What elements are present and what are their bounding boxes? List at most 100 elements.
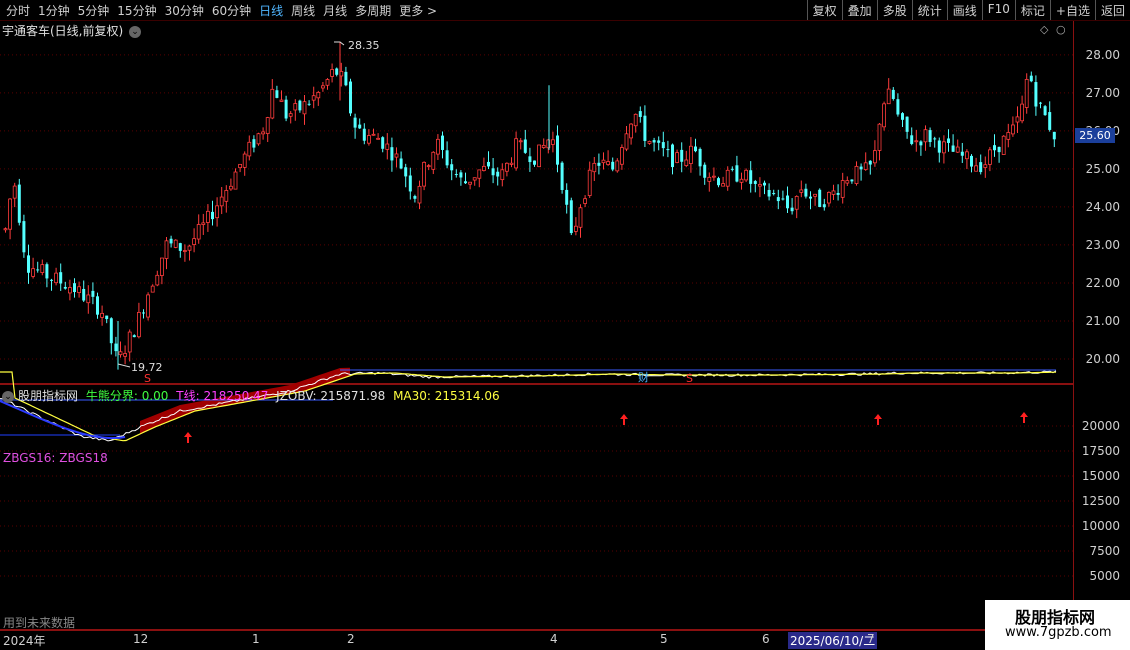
low-pointer bbox=[117, 363, 131, 368]
candle-body bbox=[27, 255, 30, 273]
price-tick: 21.00 bbox=[1085, 313, 1120, 328]
candle-body bbox=[666, 149, 670, 151]
watermark-url: www.7gpzb.com bbox=[1005, 625, 1112, 640]
candle-body bbox=[426, 165, 431, 168]
candle-body bbox=[910, 135, 914, 144]
candle-body bbox=[45, 264, 49, 279]
candle-body bbox=[997, 146, 1001, 153]
candle-body bbox=[320, 85, 325, 89]
candle-body bbox=[758, 184, 762, 187]
date-axis: 2024年 12 1 2 4 5 6 2025/06/10/二 7 bbox=[0, 630, 1075, 649]
candle-body bbox=[302, 101, 307, 115]
candle-body bbox=[822, 204, 826, 208]
candle-body bbox=[794, 195, 799, 210]
candle-body bbox=[933, 138, 937, 140]
candle-body bbox=[399, 158, 403, 169]
selected-date[interactable]: 2025/06/10/二 bbox=[788, 632, 878, 649]
candle-body bbox=[182, 250, 187, 252]
candle-body bbox=[404, 167, 408, 177]
candle-body bbox=[408, 175, 412, 192]
candle-body bbox=[464, 181, 467, 184]
chevron-down-icon[interactable]: ⌄ bbox=[129, 25, 142, 38]
candle-body bbox=[896, 99, 900, 115]
candle-body bbox=[123, 353, 127, 357]
candle-body bbox=[592, 162, 597, 173]
chart-canvas[interactable]: 28.3519.72S 财 S bbox=[0, 0, 1075, 630]
price-tick: 24.00 bbox=[1085, 199, 1120, 214]
candle-body bbox=[739, 178, 744, 183]
candle-body bbox=[228, 185, 233, 190]
candle-body bbox=[311, 95, 316, 101]
candle-body bbox=[776, 197, 780, 202]
future-data-note: 用到未来数据 bbox=[3, 616, 76, 630]
candle-body bbox=[813, 193, 817, 197]
ma30-label: MA30: 215314.06 bbox=[393, 389, 500, 403]
candle-body bbox=[82, 288, 86, 301]
candle-body bbox=[633, 113, 638, 127]
date-label: 4 bbox=[550, 632, 558, 646]
candle-body bbox=[1011, 124, 1015, 135]
candle-body bbox=[155, 274, 160, 286]
sell-marker: S bbox=[686, 372, 693, 385]
indicator-name: 股朋指标网 bbox=[18, 389, 79, 403]
candle-body bbox=[288, 113, 293, 117]
candle-body bbox=[827, 192, 831, 204]
candle-body bbox=[413, 196, 417, 199]
candle-body bbox=[252, 139, 256, 148]
price-tick: 27.00 bbox=[1085, 85, 1120, 100]
candle-body bbox=[127, 331, 132, 353]
candle-body bbox=[671, 144, 674, 168]
candle-body bbox=[988, 149, 992, 165]
high-label: 28.35 bbox=[348, 39, 380, 52]
candle-body bbox=[970, 155, 973, 167]
back-button[interactable]: 返回 bbox=[1094, 0, 1130, 20]
candle-body bbox=[1052, 131, 1056, 140]
indicator-tick: 12500 bbox=[1081, 494, 1120, 508]
candle-body bbox=[454, 174, 458, 176]
candle-body bbox=[431, 151, 436, 170]
price-tick: 28.00 bbox=[1085, 47, 1120, 62]
candle-body bbox=[136, 312, 141, 338]
candle-body bbox=[597, 162, 601, 166]
candle-body bbox=[523, 139, 527, 153]
chevron-down-icon[interactable]: ⌄ bbox=[2, 390, 14, 403]
candle-body bbox=[698, 148, 702, 167]
candle-body bbox=[40, 264, 45, 273]
candle-body bbox=[541, 145, 546, 148]
candle-body bbox=[533, 160, 536, 165]
candle-body bbox=[187, 245, 192, 251]
candle-body bbox=[863, 162, 868, 170]
candle-body bbox=[59, 272, 63, 284]
candle-body bbox=[509, 162, 514, 165]
candle-body bbox=[468, 181, 473, 185]
candle-body bbox=[749, 170, 753, 184]
price-tick: 25.00 bbox=[1085, 161, 1120, 176]
date-label: 1 bbox=[252, 632, 260, 646]
candle-body bbox=[261, 131, 266, 135]
candle-body bbox=[504, 162, 509, 172]
candle-body bbox=[385, 143, 390, 150]
candle-body bbox=[293, 103, 298, 111]
candle-body bbox=[882, 103, 886, 128]
sell-marker: S bbox=[144, 372, 151, 385]
candle-body bbox=[877, 123, 882, 151]
candle-body bbox=[620, 147, 624, 165]
candle-body bbox=[68, 287, 72, 294]
candle-body bbox=[435, 138, 440, 155]
candle-body bbox=[611, 161, 615, 170]
candle-body bbox=[192, 238, 197, 245]
candle-body bbox=[275, 90, 279, 98]
candle-body bbox=[928, 130, 932, 143]
candle-body bbox=[744, 169, 748, 181]
settings-circle-icon[interactable]: ○ bbox=[1056, 23, 1066, 36]
diamond-icon[interactable]: ◇ bbox=[1040, 23, 1048, 36]
last-price-tag: 25.60 bbox=[1075, 128, 1115, 143]
candle-body bbox=[132, 335, 136, 338]
candle-body bbox=[859, 166, 863, 170]
candle-body bbox=[772, 193, 776, 195]
t-label: T线: 218250.47 bbox=[176, 389, 269, 403]
candle-body bbox=[173, 239, 178, 248]
candle-body bbox=[587, 169, 592, 196]
candle-body bbox=[578, 207, 583, 228]
candle-body bbox=[31, 268, 36, 277]
